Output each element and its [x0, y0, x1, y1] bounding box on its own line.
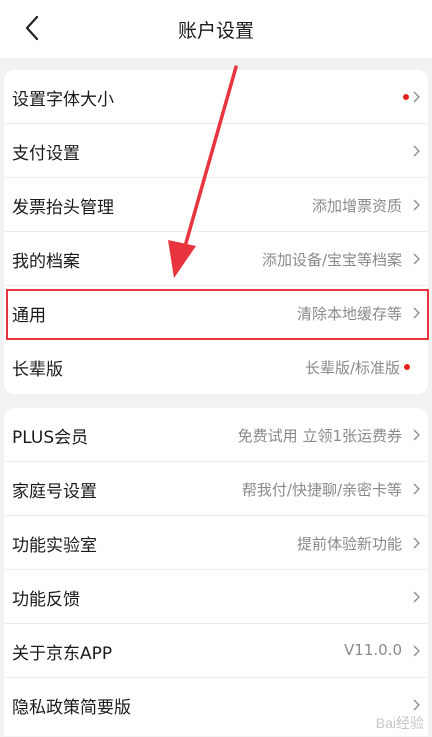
watermark: Bai经验 [375, 715, 424, 731]
annotation-arrow-icon [168, 65, 238, 278]
